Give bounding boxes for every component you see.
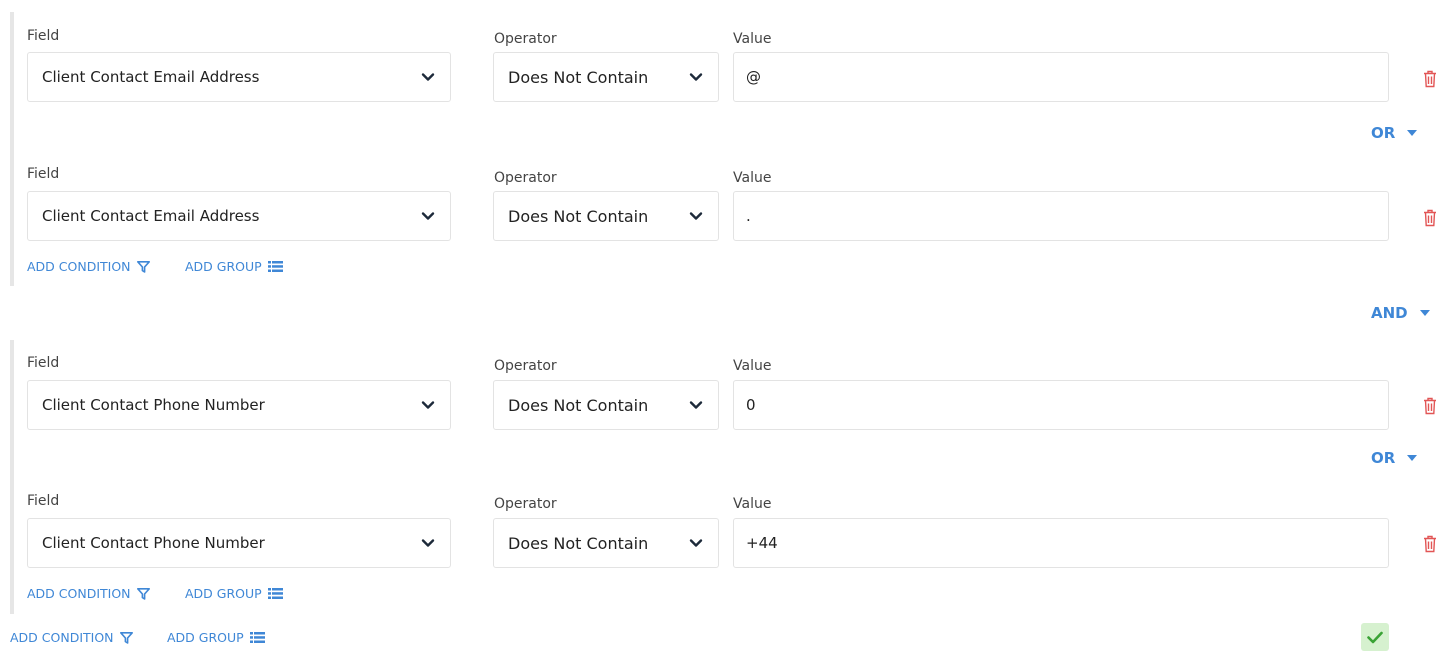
value-label: Value (733, 31, 772, 47)
field-select[interactable]: Client Contact Phone Number (27, 380, 451, 430)
add-group-button[interactable]: ADD GROUP (185, 259, 283, 274)
caret-down-icon (1419, 310, 1430, 316)
filter-icon (119, 631, 133, 644)
operator-select[interactable]: Does Not Contain (493, 52, 719, 102)
chevron-down-icon (689, 401, 703, 409)
value-label: Value (733, 170, 772, 186)
add-condition-label: ADD CONDITION (27, 259, 131, 274)
add-group-button-root[interactable]: ADD GROUP (167, 630, 265, 645)
add-group-label: ADD GROUP (185, 586, 262, 601)
conjunction-toggle[interactable]: OR (1371, 124, 1418, 142)
check-icon (1367, 631, 1383, 643)
value-input[interactable]: @ (733, 52, 1389, 102)
trash-icon[interactable] (1423, 397, 1437, 415)
add-group-label: ADD GROUP (167, 630, 244, 645)
chevron-down-icon (421, 401, 435, 409)
value-input[interactable]: +44 (733, 518, 1389, 568)
conjunction-label: OR (1371, 124, 1396, 142)
field-select-value: Client Contact Email Address (42, 207, 260, 225)
conjunction-toggle[interactable]: OR (1371, 449, 1418, 467)
add-condition-button[interactable]: ADD CONDITION (27, 586, 150, 601)
trash-icon[interactable] (1423, 70, 1437, 88)
operator-select[interactable]: Does Not Contain (493, 380, 719, 430)
list-icon (267, 261, 283, 272)
chevron-down-icon (689, 539, 703, 547)
chevron-down-icon (421, 212, 435, 220)
filter-icon (136, 260, 150, 273)
caret-down-icon (1407, 130, 1418, 136)
operator-label: Operator (494, 496, 557, 512)
chevron-down-icon (421, 73, 435, 81)
operator-select-value: Does Not Contain (508, 533, 649, 553)
operator-select[interactable]: Does Not Contain (493, 518, 719, 568)
outer-conjunction-toggle[interactable]: AND (1371, 304, 1430, 322)
value-label: Value (733, 496, 772, 512)
field-select-value: Client Contact Phone Number (42, 396, 265, 414)
chevron-down-icon (421, 539, 435, 547)
field-select[interactable]: Client Contact Email Address (27, 191, 451, 241)
list-icon (267, 588, 283, 599)
operator-select-value: Does Not Contain (508, 67, 649, 87)
confirm-button[interactable] (1361, 623, 1389, 651)
value-input[interactable]: . (733, 191, 1389, 241)
operator-select[interactable]: Does Not Contain (493, 191, 719, 241)
trash-icon[interactable] (1423, 209, 1437, 227)
value-input-text: @ (746, 68, 761, 86)
chevron-down-icon (689, 73, 703, 81)
add-condition-button-root[interactable]: ADD CONDITION (10, 630, 133, 645)
operator-select-value: Does Not Contain (508, 395, 649, 415)
field-select[interactable]: Client Contact Phone Number (27, 518, 451, 568)
operator-label: Operator (494, 170, 557, 186)
outer-conjunction-label: AND (1371, 304, 1408, 322)
conjunction-label: OR (1371, 449, 1396, 467)
value-label: Value (733, 358, 772, 374)
field-label: Field (27, 28, 60, 44)
add-group-button[interactable]: ADD GROUP (185, 586, 283, 601)
field-select-value: Client Contact Phone Number (42, 534, 265, 552)
value-input-text: 0 (746, 396, 756, 414)
add-condition-button[interactable]: ADD CONDITION (27, 259, 150, 274)
operator-label: Operator (494, 31, 557, 47)
operator-select-value: Does Not Contain (508, 206, 649, 226)
filter-icon (136, 587, 150, 600)
field-label: Field (27, 355, 60, 371)
value-input-text: +44 (746, 534, 778, 552)
add-condition-label: ADD CONDITION (27, 586, 131, 601)
caret-down-icon (1407, 455, 1418, 461)
add-group-label: ADD GROUP (185, 259, 262, 274)
list-icon (249, 632, 265, 643)
add-condition-label: ADD CONDITION (10, 630, 114, 645)
operator-label: Operator (494, 358, 557, 374)
field-label: Field (27, 493, 60, 509)
value-input[interactable]: 0 (733, 380, 1389, 430)
trash-icon[interactable] (1423, 535, 1437, 553)
chevron-down-icon (689, 212, 703, 220)
field-select[interactable]: Client Contact Email Address (27, 52, 451, 102)
field-select-value: Client Contact Email Address (42, 68, 260, 86)
field-label: Field (27, 166, 60, 182)
value-input-text: . (746, 207, 751, 225)
